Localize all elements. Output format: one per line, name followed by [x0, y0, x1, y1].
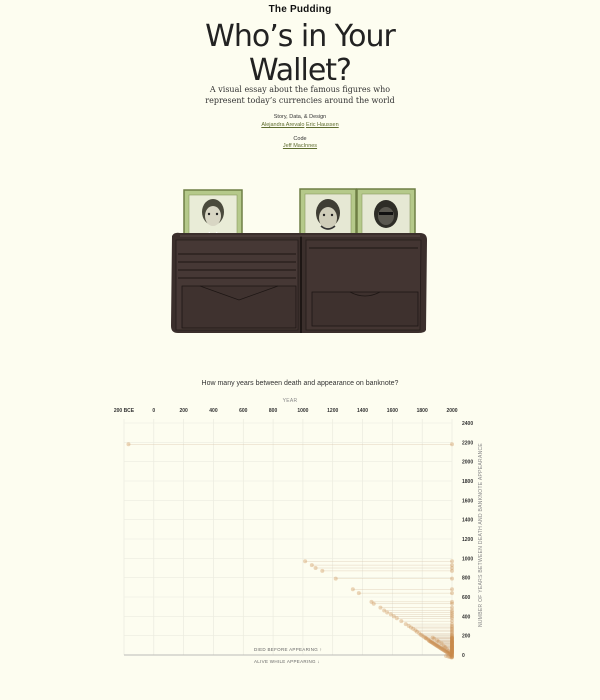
data-point[interactable] — [350, 587, 355, 592]
data-point-end[interactable] — [450, 655, 454, 660]
y-axis-title: NUMBER OF YEARS BETWEEN DEATH AND BANKNO… — [478, 443, 484, 627]
data-point-end[interactable] — [450, 650, 454, 655]
x-tick-label: 600 — [239, 408, 248, 414]
x-tick-label: 1200 — [327, 408, 338, 414]
x-axis-title: YEAR — [283, 398, 298, 404]
data-point[interactable] — [371, 601, 376, 606]
y-tick-label: 0 — [462, 653, 465, 659]
data-point[interactable] — [385, 610, 390, 615]
data-point[interactable] — [394, 616, 399, 621]
x-tick-label: 1000 — [297, 408, 308, 414]
connector-lines — [128, 444, 452, 658]
data-point-end[interactable] — [450, 559, 454, 564]
data-point-end[interactable] — [450, 568, 454, 573]
data-point[interactable] — [303, 559, 308, 564]
y-tick-label: 1400 — [462, 518, 473, 524]
scatter-chart: 200 BCE 0 200 400 600 800 1000 1200 1400 1600 1800… — [114, 398, 484, 660]
y-tick-label: 2200 — [462, 440, 473, 446]
data-point[interactable] — [356, 591, 361, 596]
y-tick-label: 1800 — [462, 479, 473, 485]
data-point[interactable] — [399, 619, 404, 624]
annotation-below: ALIVE WHILE APPEARING ↓ — [254, 659, 320, 664]
data-point[interactable] — [333, 576, 338, 581]
data-point[interactable] — [430, 635, 435, 640]
x-tick-label: 200 — [179, 408, 188, 414]
y-tick-label: 1600 — [462, 498, 473, 504]
data-points — [126, 442, 454, 660]
y-tick-label: 1000 — [462, 556, 473, 562]
y-tick-label: 2000 — [462, 460, 473, 466]
data-point-end[interactable] — [450, 591, 454, 596]
data-point-end[interactable] — [450, 635, 454, 640]
data-point[interactable] — [309, 563, 314, 568]
data-point[interactable] — [436, 639, 441, 644]
x-tick-label: 800 — [269, 408, 278, 414]
data-point-end[interactable] — [450, 587, 454, 592]
data-point[interactable] — [126, 442, 131, 447]
x-tick-label: 0 — [152, 408, 155, 414]
x-tick-label: 1800 — [417, 408, 428, 414]
data-point-end[interactable] — [450, 576, 454, 581]
y-tick-label: 800 — [462, 576, 471, 582]
data-point[interactable] — [320, 568, 325, 573]
x-tick-label: 1400 — [357, 408, 368, 414]
x-tick-label: 200 BCE — [114, 408, 135, 414]
chart-grid — [123, 419, 453, 656]
y-axis-ticks: 0 200 400 600 800 1000 1200 1400 1600 1800 2000 220… — [462, 421, 473, 659]
x-tick-label: 1600 — [387, 408, 398, 414]
y-tick-label: 400 — [462, 614, 471, 620]
x-tick-label: 2000 — [446, 408, 457, 414]
data-point-end[interactable] — [450, 442, 454, 447]
y-tick-label: 2400 — [462, 421, 473, 427]
data-point[interactable] — [378, 605, 383, 610]
x-axis-ticks: 200 BCE 0 200 400 600 800 1000 1200 1400 1600 1800… — [114, 408, 458, 414]
y-tick-label: 200 — [462, 634, 471, 640]
data-point[interactable] — [313, 566, 318, 570]
annotation-above: DIED BEFORE APPEARING ↑ — [254, 647, 323, 652]
data-point-end[interactable] — [450, 601, 454, 606]
x-tick-label: 400 — [209, 408, 218, 414]
y-tick-label: 1200 — [462, 537, 473, 543]
y-tick-label: 600 — [462, 595, 471, 601]
